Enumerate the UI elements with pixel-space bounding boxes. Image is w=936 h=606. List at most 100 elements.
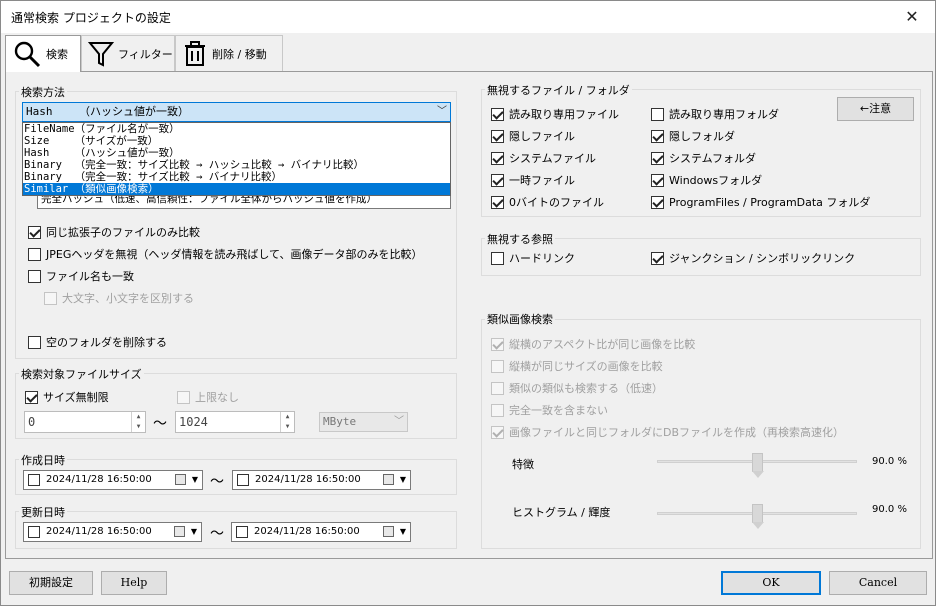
ignore-hardlink-checkbox[interactable]: ハードリンク bbox=[491, 250, 575, 266]
feature-slider-thumb[interactable] bbox=[751, 453, 764, 478]
checkbox-box[interactable] bbox=[236, 526, 248, 538]
checkbox-label: 縦横のアスペクト比が同じ画像を比較 bbox=[509, 338, 696, 351]
modified-range-tilde: ～ bbox=[210, 526, 224, 542]
ignore-zero-byte-checkbox[interactable]: 0バイトのファイル bbox=[491, 194, 604, 210]
checkbox-box[interactable] bbox=[491, 129, 504, 143]
calendar-icon[interactable] bbox=[174, 526, 185, 537]
min-size-stepper[interactable]: 0 ▲ ▼ bbox=[24, 411, 146, 433]
checkbox-label: システムフォルダ bbox=[669, 152, 757, 165]
dropdown-arrow-icon[interactable]: ▼ bbox=[191, 523, 197, 541]
modified-date-label: 更新日時 bbox=[19, 504, 67, 520]
no-upper-limit-checkbox: 上限なし bbox=[177, 389, 239, 405]
checkbox-label: サイズ無制限 bbox=[43, 391, 109, 404]
checkbox-box[interactable] bbox=[28, 526, 40, 538]
checkbox-box[interactable] bbox=[491, 151, 504, 165]
calendar-icon[interactable] bbox=[383, 526, 394, 537]
dropdown-option[interactable]: Binary （完全一致：サイズ比較 → バイナリ比較） bbox=[23, 171, 450, 183]
checkbox-label: ファイル名も一致 bbox=[46, 270, 134, 283]
similar-of-similar-checkbox: 類似の類似も検索する（低速） bbox=[491, 380, 663, 396]
checkbox-box[interactable] bbox=[25, 390, 38, 404]
checkbox-box[interactable] bbox=[651, 129, 664, 143]
checkbox-box[interactable] bbox=[491, 173, 504, 187]
search-method-select[interactable]: Hash （ハッシュ値が一致） ﹀ bbox=[22, 102, 451, 122]
same-extension-checkbox[interactable]: 同じ拡張子のファイルのみ比較 bbox=[28, 224, 200, 240]
checkbox-box[interactable] bbox=[651, 173, 664, 187]
max-size-stepper[interactable]: 1024 ▲ ▼ bbox=[175, 411, 295, 433]
checkbox-label: 隠しフォルダ bbox=[669, 130, 735, 143]
title-bar: 通常検索 プロジェクトの設定 ✕ bbox=[1, 1, 935, 33]
checkbox-box[interactable] bbox=[28, 247, 41, 261]
help-button[interactable]: Help bbox=[101, 571, 167, 595]
checkbox-box[interactable] bbox=[491, 107, 504, 121]
filename-match-checkbox[interactable]: ファイル名も一致 bbox=[28, 268, 134, 284]
ignore-programfiles-folder-checkbox[interactable]: ProgramFiles / ProgramData フォルダ bbox=[651, 194, 870, 210]
checkbox-box bbox=[491, 381, 504, 395]
ignore-junction-checkbox[interactable]: ジャンクション / シンボリックリンク bbox=[651, 250, 855, 266]
checkbox-box[interactable] bbox=[651, 195, 664, 209]
checkbox-box[interactable] bbox=[651, 251, 664, 265]
ignore-hidden-file-checkbox[interactable]: 隠しファイル bbox=[491, 128, 575, 144]
close-icon[interactable]: ✕ bbox=[889, 1, 935, 33]
checkbox-box[interactable] bbox=[651, 151, 664, 165]
created-from-picker[interactable]: 2024/11/28 16:50:00 ▼ bbox=[23, 470, 203, 490]
similar-aspect-checkbox: 縦横のアスペクト比が同じ画像を比較 bbox=[491, 336, 695, 352]
checkbox-box[interactable] bbox=[491, 195, 504, 209]
checkbox-box[interactable] bbox=[651, 107, 664, 121]
max-size-value: 1024 bbox=[179, 415, 208, 429]
ignore-system-folder-checkbox[interactable]: システムフォルダ bbox=[651, 150, 756, 166]
unlimited-size-checkbox[interactable]: サイズ無制限 bbox=[25, 389, 109, 405]
dropdown-option[interactable]: FileName（ファイル名が一致） bbox=[23, 123, 450, 135]
ignore-system-file-checkbox[interactable]: システムファイル bbox=[491, 150, 596, 166]
checkbox-box[interactable] bbox=[28, 269, 41, 283]
ignore-readonly-file-checkbox[interactable]: 読み取り専用ファイル bbox=[491, 106, 619, 122]
checkbox-box bbox=[491, 425, 504, 439]
caution-button[interactable]: ←注意 bbox=[837, 97, 914, 121]
dropdown-option[interactable]: Size （サイズが一致） bbox=[23, 135, 450, 147]
cancel-button[interactable]: Cancel bbox=[829, 571, 927, 595]
histogram-slider-thumb[interactable] bbox=[751, 504, 764, 529]
dropdown-arrow-icon[interactable]: ▼ bbox=[400, 471, 406, 489]
stepper-arrows-icon[interactable]: ▲ ▼ bbox=[280, 412, 294, 432]
ignore-jpeg-header-checkbox[interactable]: JPEGヘッダを無視（ヘッダ情報を読み飛ばして、画像データ部のみを比較） bbox=[28, 246, 422, 262]
similar-image-label: 類似画像検索 bbox=[485, 311, 555, 327]
checkbox-box[interactable] bbox=[28, 474, 40, 486]
checkbox-label: 一時ファイル bbox=[509, 174, 575, 187]
checkbox-label: 空のフォルダを削除する bbox=[46, 336, 167, 349]
checkbox-label: 画像ファイルと同じフォルダにDBファイルを作成（再検索高速化） bbox=[509, 426, 845, 439]
ignore-windows-folder-checkbox[interactable]: Windowsフォルダ bbox=[651, 172, 762, 188]
created-from-value: 2024/11/28 16:50:00 bbox=[46, 474, 152, 485]
checkbox-label: Windowsフォルダ bbox=[669, 174, 763, 187]
ignore-hidden-folder-checkbox[interactable]: 隠しフォルダ bbox=[651, 128, 735, 144]
ignore-readonly-folder-checkbox[interactable]: 読み取り専用フォルダ bbox=[651, 106, 779, 122]
tab-filter[interactable]: フィルター bbox=[81, 35, 175, 71]
dropdown-option[interactable]: Binary （完全一致：サイズ比較 → ハッシュ比較 → バイナリ比較） bbox=[23, 159, 450, 171]
tab-search[interactable]: 検索 bbox=[5, 35, 81, 72]
dropdown-arrow-icon[interactable]: ▼ bbox=[192, 471, 198, 489]
stepper-arrows-icon[interactable]: ▲ ▼ bbox=[131, 412, 145, 432]
checkbox-box[interactable] bbox=[491, 251, 504, 265]
calendar-icon[interactable] bbox=[175, 474, 186, 485]
modified-to-picker[interactable]: 2024/11/28 16:50:00 ▼ bbox=[231, 522, 411, 542]
ok-button[interactable]: OK bbox=[721, 571, 821, 595]
calendar-icon[interactable] bbox=[383, 474, 394, 485]
size-range-tilde: ～ bbox=[153, 416, 167, 432]
delete-empty-folders-checkbox[interactable]: 空のフォルダを削除する bbox=[28, 334, 167, 350]
checkbox-box[interactable] bbox=[28, 225, 41, 239]
reset-defaults-button[interactable]: 初期設定 bbox=[9, 571, 93, 595]
checkbox-box[interactable] bbox=[237, 474, 249, 486]
checkbox-label: JPEGヘッダを無視（ヘッダ情報を読み飛ばして、画像データ部のみを比較） bbox=[46, 248, 423, 261]
tab-delete-move[interactable]: 削除 / 移動 bbox=[175, 35, 283, 71]
dropdown-arrow-icon[interactable]: ▼ bbox=[400, 523, 406, 541]
tab-search-label: 検索 bbox=[46, 48, 68, 61]
created-to-picker[interactable]: 2024/11/28 16:50:00 ▼ bbox=[232, 470, 411, 490]
checkbox-box bbox=[44, 291, 57, 305]
modified-from-picker[interactable]: 2024/11/28 16:50:00 ▼ bbox=[23, 522, 202, 542]
checkbox-label: ProgramFiles / ProgramData フォルダ bbox=[669, 196, 871, 209]
dropdown-option-highlighted[interactable]: Similar （類似画像検索） bbox=[23, 183, 450, 195]
checkbox-label: 隠しファイル bbox=[509, 130, 575, 143]
dropdown-option[interactable]: Hash （ハッシュ値が一致） bbox=[23, 147, 450, 159]
ignore-temp-file-checkbox[interactable]: 一時ファイル bbox=[491, 172, 575, 188]
checkbox-box[interactable] bbox=[28, 335, 41, 349]
create-db-file-checkbox: 画像ファイルと同じフォルダにDBファイルを作成（再検索高速化） bbox=[491, 424, 844, 440]
checkbox-label: 縦横が同じサイズの画像を比較 bbox=[509, 360, 663, 373]
